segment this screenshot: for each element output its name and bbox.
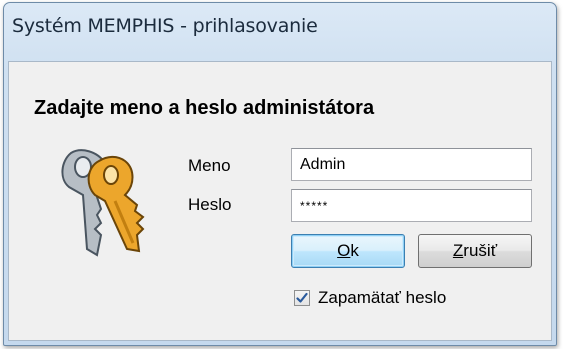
remember-password-option[interactable]: Zapamätať heslo (294, 288, 446, 308)
username-field[interactable] (291, 148, 532, 181)
checkmark-icon (296, 292, 308, 303)
remember-password-checkbox[interactable] (294, 290, 310, 306)
cancel-button-mnemonic: Z (452, 241, 464, 260)
cancel-button[interactable]: Zrušiť (418, 234, 532, 268)
dialog-heading: Zadajte meno a heslo administátora (34, 97, 375, 119)
title-bar[interactable]: Systém MEMPHIS - prihlasovanie (4, 3, 556, 59)
ok-button-label: k (350, 241, 359, 260)
login-dialog-window: Systém MEMPHIS - prihlasovanie Zadajte m… (3, 2, 557, 346)
password-field[interactable] (291, 189, 532, 222)
ok-button[interactable]: Ok (291, 234, 405, 268)
username-label: Meno (188, 156, 231, 175)
cancel-button-label: rušiť (463, 241, 498, 260)
remember-password-label: Zapamätať heslo (318, 288, 447, 307)
ok-button-mnemonic: O (337, 241, 351, 260)
keys-icon (61, 149, 145, 257)
password-label: Heslo (188, 195, 232, 214)
dialog-body: Zadajte meno a heslo administátora Meno … (8, 61, 552, 341)
window-title: Systém MEMPHIS - prihlasovanie (12, 15, 318, 37)
